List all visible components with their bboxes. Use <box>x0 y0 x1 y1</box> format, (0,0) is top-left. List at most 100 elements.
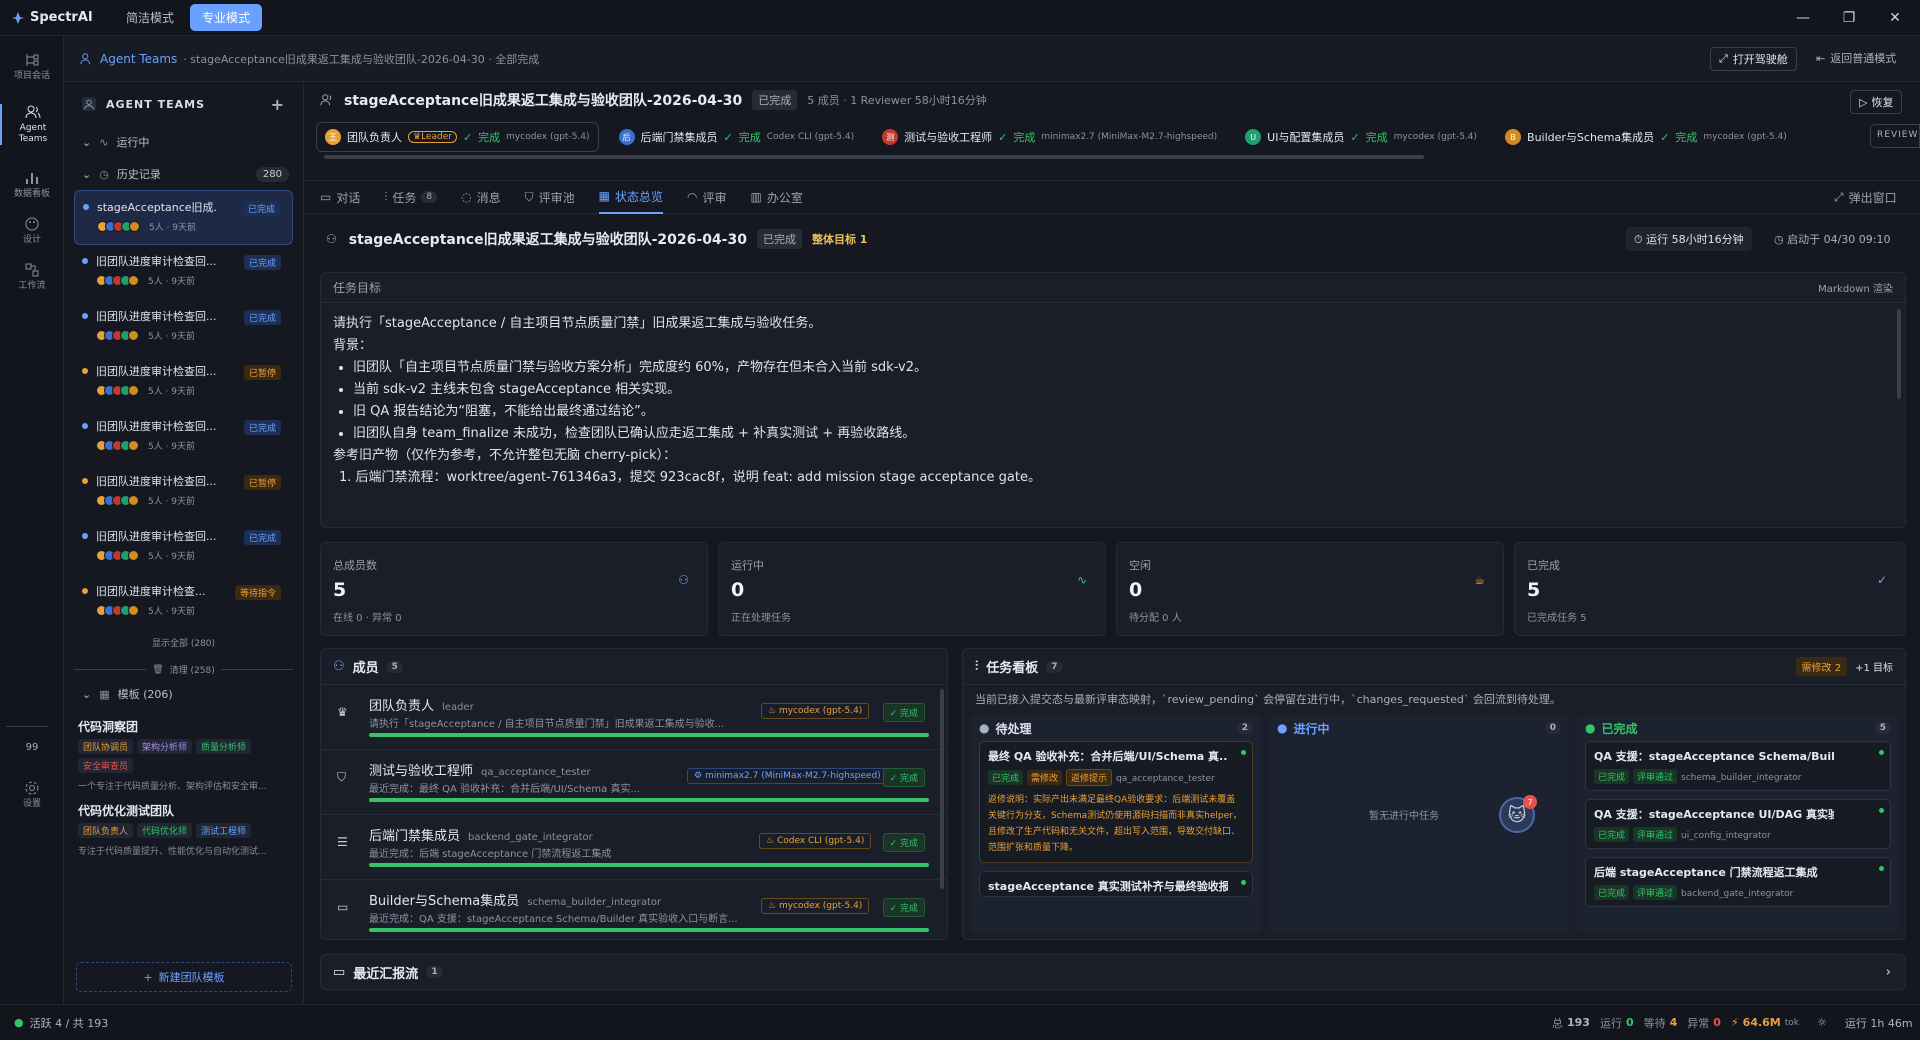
task-card[interactable]: 最终 QA 验收补充：合并后端/UI/Schema 真... 已完成 需修改 返修提… <box>979 741 1253 863</box>
palette-icon <box>25 217 39 231</box>
member-pill[interactable]: 测测试与验收工程师 ✓ 完成 minimax2.7 (MiniMax-M2.7-hig… <box>874 123 1225 151</box>
goal-panel: 任务目标 Markdown 渲染 请执行「stageAcceptance / 自主… <box>320 272 1906 528</box>
tree-running-label: 运行中 <box>116 136 150 149</box>
nav-rail: 项目会话 Agent Teams 数据看板 设计 工作流 99 设置 <box>0 36 64 1004</box>
task-card[interactable]: QA 支援：stageAcceptance UI/DAG 真实验... 已完成 评审… <box>1585 799 1891 849</box>
open-cockpit-button[interactable]: ⤢ 打开驾驶舱 <box>1710 47 1797 71</box>
popout-button[interactable]: ⤢ 弹出窗口 <box>1834 180 1897 214</box>
task-owner: ui_config_integrator <box>1681 831 1771 841</box>
template-card[interactable]: 代码洞察团 团队协调员 架构分析师 质量分析师安全审查员 一个专注于代码质量分析、架… <box>64 718 303 792</box>
rail-agent-teams[interactable]: Agent Teams <box>0 104 64 145</box>
active-count: 活跃 4 / 共 193 <box>29 1016 109 1030</box>
team-card[interactable]: 旧团队进度审计检查回... 已完成 5人 · 9天前 <box>74 520 293 575</box>
divider <box>220 669 293 670</box>
task-card[interactable]: 后端 stageAcceptance 门禁流程返工集成 已完成 评审通过 backen… <box>1585 857 1891 907</box>
rail-projects[interactable]: 项目会话 <box>0 52 64 82</box>
error-label: 异常 <box>1687 1016 1710 1030</box>
template-card[interactable]: 代码优化测试团队 团队负责人 代码优化师 测试工程师 专注于代码质量提升、性能优化与… <box>64 802 303 857</box>
team-card[interactable]: 旧团队进度审计检查回... 已暂停 5人 · 9天前 <box>74 355 293 410</box>
avatar-group <box>97 221 140 232</box>
token-unit: tok <box>1784 1017 1800 1028</box>
tree-running[interactable]: ⌄ ∿ 运行中 <box>64 126 303 158</box>
progress-bar <box>369 863 929 867</box>
add-team-icon[interactable]: + <box>271 95 285 114</box>
member-pill[interactable]: U UI与配置集成员 ✓ 完成 mycodex (gpt-5.4) <box>1237 123 1485 151</box>
tab-messages[interactable]: ◌ 消息 <box>461 180 501 214</box>
status-label: 完成 <box>899 774 918 784</box>
mascot-button[interactable]: 🐱 7 <box>1499 795 1537 833</box>
tab-review-pool[interactable]: ⛉ 评审池 <box>525 180 575 214</box>
team-status-badge: 已完成 <box>243 255 281 270</box>
report-count: 1 <box>426 966 443 978</box>
tab-overview[interactable]: ▦ 状态总览 <box>598 180 664 214</box>
status-badge: ✓ 完成 <box>882 703 925 722</box>
team-title: stageAcceptance旧成果返工集成与验收团队-2026-04-30 <box>344 93 743 109</box>
members-title: 成员 <box>352 661 379 676</box>
member-row[interactable]: ☰ 后端门禁集成员 backend_gate_integrator 最近完成：后端 s… <box>321 815 947 880</box>
member-row[interactable]: ⛉ 测试与验收工程师 qa_acceptance_tester 最近完成：最终 QA … <box>321 750 947 815</box>
tab-office[interactable]: ▥ 办公室 <box>751 180 803 214</box>
team-card[interactable]: 旧团队进度审计检查... 等待指令 5人 · 9天前 <box>74 575 293 630</box>
check-circle-icon: ✓ <box>1876 573 1887 587</box>
restore-button[interactable]: ▷ 恢复 <box>1850 90 1903 114</box>
team-status-badge: 已完成 <box>752 90 798 110</box>
status-label: 完成 <box>899 839 918 849</box>
clock-icon: ◷ <box>1774 233 1788 246</box>
new-template-label: 新建团队模板 <box>158 971 225 984</box>
member-key: schema_builder_integrator <box>527 897 662 908</box>
show-all-link[interactable]: 显示全部 (280) <box>64 636 303 649</box>
tab-review[interactable]: ◠ 评审 <box>687 180 727 214</box>
avatar <box>128 605 139 616</box>
member-strip-scrollbar[interactable] <box>324 155 1424 159</box>
member-row[interactable]: ▭ Builder与Schema集成员 schema_builder_integra… <box>321 880 947 945</box>
reviewer-pill[interactable]: REVIEWE <box>1870 124 1920 148</box>
goal-scrollbar[interactable] <box>1897 309 1901 399</box>
tab-chat[interactable]: ▭ 对话 <box>320 180 360 214</box>
team-icon <box>80 52 91 64</box>
restore-icon[interactable]: ❐ <box>1826 0 1872 36</box>
team-card[interactable]: stageAcceptance旧成... 已完成 5人 · 9天前 <box>74 190 293 245</box>
goal-plus-badge: +1 目标 <box>1855 663 1893 674</box>
rail-settings[interactable]: 设置 <box>0 780 64 810</box>
tree-templates[interactable]: ⌄ ▦ 模板 (206) <box>64 680 303 708</box>
team-card[interactable]: 旧团队进度审计检查回... 已完成 5人 · 9天前 <box>74 245 293 300</box>
breadcrumb-section[interactable]: Agent Teams <box>100 52 177 66</box>
member-pill[interactable]: B Builder与Schema集成员 ✓ 完成 mycodex (gpt-5.4) <box>1497 123 1795 151</box>
team-card[interactable]: 旧团队进度审计检查回... 已暂停 5人 · 9天前 <box>74 465 293 520</box>
member-pill[interactable]: 后后端门禁集成员 ✓ 完成 Codex CLI (gpt-5.4) <box>611 123 863 151</box>
rail-design[interactable]: 设计 <box>0 216 64 246</box>
mode-pro-button[interactable]: 专业模式 <box>190 4 263 31</box>
member-name: Builder与Schema集成员 <box>369 894 520 909</box>
avatar: B <box>1505 129 1522 145</box>
tab-tasks[interactable]: ⫶ 任务 8 <box>384 180 438 214</box>
report-stream-bar[interactable]: ▭ 最近汇报流 1 › <box>320 954 1906 990</box>
member-name: 后端门禁集成员 <box>369 829 461 844</box>
column-done: ● 已完成 5 QA 支援：stageAcceptance Schema/Build… <box>1577 715 1899 933</box>
members-scrollbar[interactable] <box>940 689 944 889</box>
team-card[interactable]: 旧团队进度审计检查回... 已完成 5人 · 9天前 <box>74 410 293 465</box>
expand-icon: ⤢ <box>1719 52 1728 65</box>
task-card[interactable]: stageAcceptance 真实测试补齐与最终验收报... <box>979 871 1253 897</box>
team-status-badge: 已完成 <box>242 201 280 216</box>
status-bar: ● 活跃 4 / 共 193 总 193 运行 0 等待 4 异常 0 ⚡ 64.6M to… <box>0 1004 1920 1040</box>
avatar <box>128 440 139 451</box>
markdown-toggle[interactable]: Markdown 渲染 <box>1818 280 1893 295</box>
template-chip: 团队负责人 <box>78 823 134 838</box>
new-template-button[interactable]: + 新建团队模板 <box>76 962 292 992</box>
mode-simple-button[interactable]: 简洁模式 <box>114 4 186 31</box>
task-card[interactable]: QA 支援：stageAcceptance Schema/Builder... 已… <box>1585 741 1891 791</box>
clean-button[interactable]: 清理 (258) <box>170 663 215 676</box>
team-name: stageAcceptance旧成... <box>97 201 217 214</box>
back-normal-button[interactable]: ⇤ 返回普通模式 <box>1816 50 1896 66</box>
minimize-icon[interactable]: — <box>1780 0 1826 36</box>
sun-icon[interactable]: ☼ <box>1817 1016 1827 1029</box>
rail-dashboard[interactable]: 数据看板 <box>0 170 64 200</box>
member-row[interactable]: ♛ 团队负责人 leader 请执行「stageAcceptance / 自主项目节点… <box>321 685 947 750</box>
close-icon[interactable]: ✕ <box>1872 0 1918 36</box>
dot-icon: ● <box>1585 721 1596 735</box>
tree-history[interactable]: ⌄ ◷ 历史记录 280 <box>64 158 303 190</box>
divider <box>74 669 147 670</box>
member-pill[interactable]: 王团队负责人 ♛Leader ✓ 完成 mycodex (gpt-5.4) <box>316 122 599 152</box>
team-card[interactable]: 旧团队进度审计检查回... 已完成 5人 · 9天前 <box>74 300 293 355</box>
rail-workflow[interactable]: 工作流 <box>0 262 64 292</box>
